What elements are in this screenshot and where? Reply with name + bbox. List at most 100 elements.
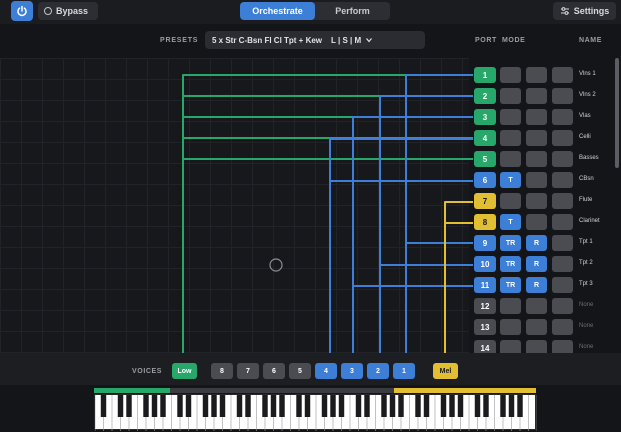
mode-button[interactable] bbox=[526, 67, 547, 83]
mode-button[interactable] bbox=[500, 151, 521, 167]
name-swatch[interactable] bbox=[552, 193, 573, 209]
name-swatch[interactable] bbox=[552, 151, 573, 167]
mode-button[interactable]: T bbox=[500, 214, 521, 230]
mel-button[interactable]: Mel bbox=[433, 363, 458, 379]
port-button[interactable]: 2 bbox=[474, 88, 496, 104]
mode-button[interactable] bbox=[500, 67, 521, 83]
voice-button[interactable]: 2 bbox=[367, 363, 389, 379]
low-button[interactable]: Low bbox=[172, 363, 197, 379]
port-button[interactable]: 1 bbox=[474, 67, 496, 83]
mode-button[interactable] bbox=[500, 109, 521, 125]
bypass-button[interactable]: Bypass bbox=[38, 2, 98, 20]
mode-button[interactable]: TR bbox=[500, 235, 521, 251]
name-swatch[interactable] bbox=[552, 172, 573, 188]
name-swatch[interactable] bbox=[552, 88, 573, 104]
port-button[interactable]: 11 bbox=[474, 277, 496, 293]
mode-button[interactable] bbox=[500, 298, 521, 314]
black-key bbox=[211, 395, 217, 417]
mode-button[interactable] bbox=[526, 88, 547, 104]
port-row[interactable]: 3 Vlas bbox=[474, 109, 614, 125]
power-button[interactable] bbox=[11, 1, 33, 21]
voice-button[interactable]: 3 bbox=[341, 363, 363, 379]
port-name: Basses bbox=[579, 155, 599, 161]
port-button[interactable]: 12 bbox=[474, 298, 496, 314]
port-button[interactable]: 5 bbox=[474, 151, 496, 167]
port-button[interactable]: 10 bbox=[474, 256, 496, 272]
port-button[interactable]: 9 bbox=[474, 235, 496, 251]
port-name: Tpt 1 bbox=[579, 239, 593, 245]
port-row[interactable]: 5 Basses bbox=[474, 151, 614, 167]
black-key bbox=[304, 395, 311, 417]
name-swatch[interactable] bbox=[552, 67, 573, 83]
name-swatch[interactable] bbox=[552, 235, 573, 251]
preset-dropdown[interactable]: 5 x Str C-Bsn Fl Cl Tpt + Kew L | S | M bbox=[205, 31, 425, 49]
voice-button[interactable]: 1 bbox=[393, 363, 415, 379]
mode-button[interactable]: TR bbox=[500, 256, 521, 272]
mode-button[interactable]: R bbox=[526, 277, 547, 293]
port-name: CBsn bbox=[579, 176, 594, 182]
port-row[interactable]: 11 TR R Tpt 3 bbox=[474, 277, 614, 293]
bypass-label: Bypass bbox=[56, 6, 89, 16]
port-name: None bbox=[579, 323, 594, 329]
melody-range-bar[interactable] bbox=[394, 388, 536, 393]
port-button[interactable]: 4 bbox=[474, 130, 496, 146]
mode-button[interactable] bbox=[526, 298, 547, 314]
mode-button[interactable] bbox=[526, 214, 547, 230]
name-swatch[interactable] bbox=[552, 277, 573, 293]
name-swatch[interactable] bbox=[552, 214, 573, 230]
voices-label: VOICES bbox=[132, 368, 163, 375]
port-row[interactable]: 6 T CBsn bbox=[474, 172, 614, 188]
mode-button[interactable] bbox=[500, 130, 521, 146]
port-row[interactable]: 4 Celli bbox=[474, 130, 614, 146]
circle-cursor-icon[interactable] bbox=[269, 258, 283, 272]
port-button[interactable]: 7 bbox=[474, 193, 496, 209]
mode-button[interactable]: R bbox=[526, 256, 547, 272]
mode-button[interactable] bbox=[526, 109, 547, 125]
port-row[interactable]: 7 Flute bbox=[474, 193, 614, 209]
port-row[interactable]: 12 None bbox=[474, 298, 614, 314]
mode-button[interactable] bbox=[526, 151, 547, 167]
name-swatch[interactable] bbox=[552, 130, 573, 146]
voice-button[interactable]: 5 bbox=[289, 363, 311, 379]
black-key bbox=[449, 395, 455, 417]
voice-button[interactable]: 8 bbox=[211, 363, 233, 379]
settings-button[interactable]: Settings bbox=[553, 2, 616, 20]
tab-perform[interactable]: Perform bbox=[315, 2, 390, 20]
port-row[interactable]: 1 Vlns 1 bbox=[474, 67, 614, 83]
tab-orchestrate[interactable]: Orchestrate bbox=[240, 2, 315, 20]
port-row[interactable]: 10 TR R Tpt 2 bbox=[474, 256, 614, 272]
low-range-bar[interactable] bbox=[94, 388, 170, 393]
piano-keyboard[interactable] bbox=[94, 394, 538, 431]
name-swatch[interactable] bbox=[552, 319, 573, 335]
name-swatch[interactable] bbox=[552, 298, 573, 314]
port-row[interactable]: 8 T Clarinet bbox=[474, 214, 614, 230]
port-button[interactable]: 8 bbox=[474, 214, 496, 230]
mode-button[interactable] bbox=[526, 319, 547, 335]
name-swatch[interactable] bbox=[552, 109, 573, 125]
port-row[interactable]: 2 Vlns 2 bbox=[474, 88, 614, 104]
mid-range-bar[interactable] bbox=[170, 388, 394, 393]
port-name: Vlns 2 bbox=[579, 92, 596, 98]
mode-button[interactable] bbox=[526, 193, 547, 209]
port-row[interactable]: 13 None bbox=[474, 319, 614, 335]
name-swatch[interactable] bbox=[552, 256, 573, 272]
scrollbar[interactable] bbox=[615, 58, 619, 168]
mode-button[interactable]: R bbox=[526, 235, 547, 251]
mode-button[interactable] bbox=[500, 193, 521, 209]
piano-keys[interactable] bbox=[94, 395, 538, 431]
voice-button[interactable]: 6 bbox=[263, 363, 285, 379]
mode-button[interactable] bbox=[526, 130, 547, 146]
size-options[interactable]: L | S | M bbox=[331, 36, 361, 45]
mode-button[interactable] bbox=[500, 88, 521, 104]
mode-button[interactable]: T bbox=[500, 172, 521, 188]
voice-button[interactable]: 4 bbox=[315, 363, 337, 379]
port-button[interactable]: 6 bbox=[474, 172, 496, 188]
port-row[interactable]: 9 TR R Tpt 1 bbox=[474, 235, 614, 251]
port-button[interactable]: 13 bbox=[474, 319, 496, 335]
routing-grid[interactable] bbox=[0, 58, 469, 353]
mode-button[interactable] bbox=[500, 319, 521, 335]
voice-button[interactable]: 7 bbox=[237, 363, 259, 379]
mode-button[interactable]: TR bbox=[500, 277, 521, 293]
port-button[interactable]: 3 bbox=[474, 109, 496, 125]
mode-button[interactable] bbox=[526, 172, 547, 188]
